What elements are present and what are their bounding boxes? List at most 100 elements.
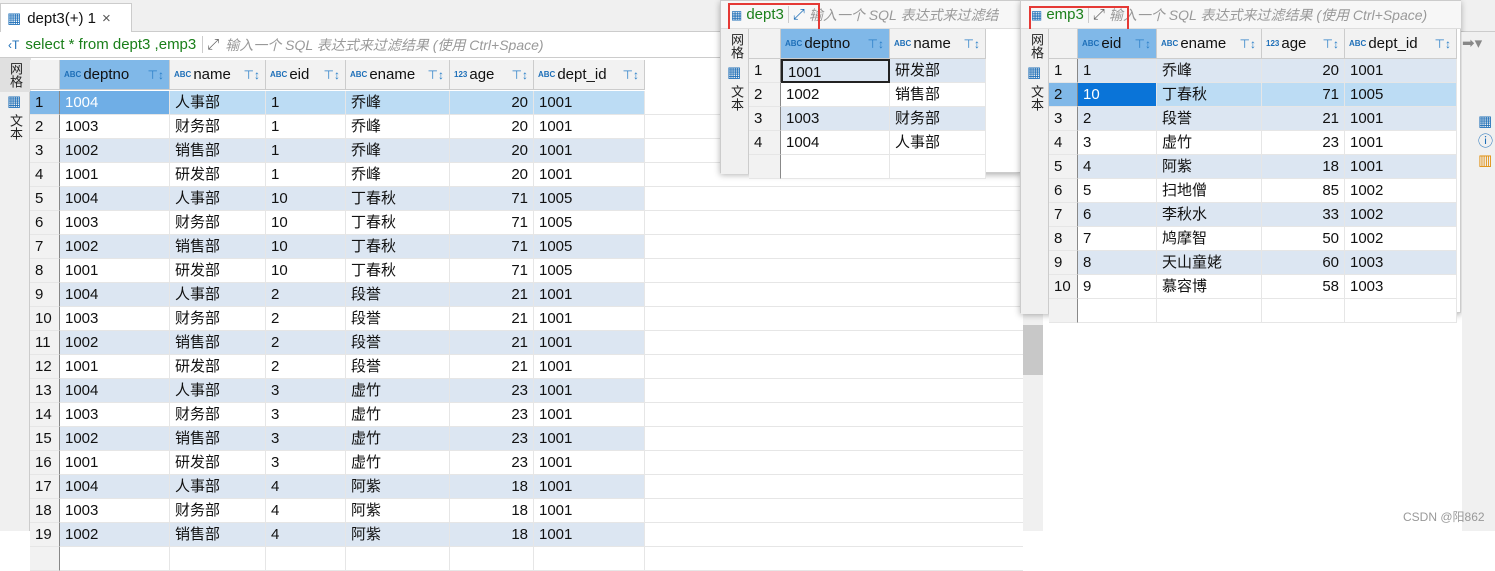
table-cell[interactable]: 销售部 [890, 83, 986, 107]
table-cell[interactable]: 1001 [534, 115, 645, 139]
table-cell[interactable]: 段誉 [1157, 107, 1262, 131]
table-cell[interactable]: 2 [266, 331, 346, 355]
table-cell[interactable]: 10 [266, 211, 346, 235]
table-cell[interactable]: 研发部 [890, 59, 986, 83]
row-number[interactable] [30, 547, 60, 571]
table-cell[interactable]: 1001 [1345, 59, 1457, 83]
grid-view-tab[interactable]: 网格 [0, 58, 31, 92]
table-cell[interactable]: 1002 [60, 235, 170, 259]
table-cell[interactable]: 1004 [60, 475, 170, 499]
row-number[interactable]: 13 [30, 379, 60, 403]
table-cell[interactable]: 1005 [534, 187, 645, 211]
table-cell[interactable]: 人事部 [170, 283, 266, 307]
table-cell[interactable]: 20 [450, 139, 534, 163]
table-cell[interactable]: 1001 [534, 139, 645, 163]
table-cell[interactable]: 1003 [1345, 275, 1457, 299]
table-cell[interactable]: 1005 [534, 259, 645, 283]
table-cell[interactable]: 2 [266, 307, 346, 331]
table-cell[interactable]: 丁春秋 [346, 235, 450, 259]
table-cell[interactable]: 1002 [781, 83, 890, 107]
table-cell[interactable]: 1001 [60, 451, 170, 475]
table-cell[interactable]: 1004 [60, 379, 170, 403]
table-cell[interactable]: 1003 [1345, 251, 1457, 275]
table-cell[interactable]: 1003 [60, 115, 170, 139]
table-cell[interactable]: 1001 [534, 523, 645, 547]
table-cell[interactable]: 1004 [60, 91, 170, 115]
row-number[interactable]: 9 [1049, 251, 1078, 275]
filter-sort-icon[interactable]: ⊤↕ [324, 60, 340, 89]
table-cell[interactable]: 3 [266, 427, 346, 451]
row-number[interactable]: 7 [30, 235, 60, 259]
table-cell[interactable]: 乔峰 [346, 115, 450, 139]
row-number[interactable]: 5 [30, 187, 60, 211]
table-cell[interactable]: 58 [1262, 275, 1345, 299]
table-cell[interactable]: 研发部 [170, 259, 266, 283]
table-cell[interactable]: 1001 [534, 475, 645, 499]
table-cell[interactable]: 人事部 [170, 91, 266, 115]
table-cell[interactable]: 段誉 [346, 355, 450, 379]
row-number[interactable]: 2 [1049, 83, 1078, 107]
arrow-right-icon[interactable]: ➡▾ [1462, 32, 1495, 52]
table-cell[interactable]: 丁春秋 [1157, 83, 1262, 107]
grid-view-tab[interactable]: 网格 [1021, 29, 1052, 63]
row-number[interactable]: 8 [1049, 227, 1078, 251]
row-number[interactable]: 4 [1049, 131, 1078, 155]
table-cell[interactable]: 段誉 [346, 283, 450, 307]
table-cell[interactable]: 阿紫 [346, 523, 450, 547]
row-number[interactable]: 12 [30, 355, 60, 379]
table-cell[interactable]: 财务部 [170, 115, 266, 139]
table-cell[interactable]: 1001 [534, 91, 645, 115]
table-cell[interactable]: 4 [266, 523, 346, 547]
table-cell[interactable]: 扫地僧 [1157, 179, 1262, 203]
table-cell[interactable]: 7 [1078, 227, 1157, 251]
filter-sort-icon[interactable]: ⊤↕ [623, 60, 639, 89]
table-cell[interactable]: 23 [450, 427, 534, 451]
table-cell[interactable]: 虚竹 [346, 451, 450, 475]
table-cell[interactable]: 20 [450, 163, 534, 187]
row-number[interactable]: 10 [1049, 275, 1078, 299]
table-cell[interactable]: 3 [266, 451, 346, 475]
row-number[interactable]: 16 [30, 451, 60, 475]
table-cell[interactable]: 1001 [534, 403, 645, 427]
table-cell[interactable]: 乔峰 [346, 139, 450, 163]
table-cell[interactable]: 2 [266, 283, 346, 307]
close-icon[interactable]: × [102, 10, 111, 27]
table-cell[interactable]: 85 [1262, 179, 1345, 203]
table-cell[interactable]: 销售部 [170, 139, 266, 163]
table-cell[interactable]: 人事部 [170, 475, 266, 499]
table-cell[interactable]: 20 [450, 115, 534, 139]
filter-sort-icon[interactable]: ⊤↕ [148, 60, 164, 89]
column-header-eid[interactable]: ABC eid ⊤↕ [1078, 29, 1157, 59]
table-cell[interactable]: 1003 [60, 403, 170, 427]
table-cell[interactable]: 1001 [534, 451, 645, 475]
table-cell[interactable]: 18 [1262, 155, 1345, 179]
table-cell[interactable]: 1005 [1345, 83, 1457, 107]
table-cell[interactable]: 21 [450, 283, 534, 307]
table-cell[interactable]: 1001 [60, 163, 170, 187]
table-cell[interactable]: 1001 [534, 331, 645, 355]
table-cell[interactable]: 71 [450, 187, 534, 211]
row-number[interactable]: 18 [30, 499, 60, 523]
table-cell[interactable]: 23 [450, 451, 534, 475]
column-header-eid[interactable]: ABC eid ⊤↕ [266, 60, 346, 90]
table-cell[interactable]: 天山童姥 [1157, 251, 1262, 275]
grid-view-tab[interactable]: 网格 [721, 29, 752, 63]
table-cell[interactable]: 1001 [534, 307, 645, 331]
column-header-deptno[interactable]: ABC deptno ⊤↕ [781, 29, 890, 59]
table-cell[interactable]: 人事部 [170, 379, 266, 403]
table-cell[interactable]: 丁春秋 [346, 187, 450, 211]
table-cell[interactable]: 财务部 [170, 403, 266, 427]
table-cell[interactable]: 18 [450, 475, 534, 499]
table-cell[interactable]: 60 [1262, 251, 1345, 275]
row-number[interactable] [1049, 299, 1078, 323]
filter-sort-icon[interactable]: ⊤↕ [868, 29, 884, 58]
table-cell[interactable]: 1001 [534, 355, 645, 379]
column-header-age[interactable]: 123 age ⊤↕ [1262, 29, 1345, 59]
table-cell[interactable]: 丁春秋 [346, 259, 450, 283]
table-cell[interactable]: 23 [450, 379, 534, 403]
table-cell[interactable]: 50 [1262, 227, 1345, 251]
table-cell[interactable]: 阿紫 [346, 499, 450, 523]
row-number[interactable]: 1 [30, 91, 60, 115]
filter-sort-icon[interactable]: ⊤↕ [1240, 29, 1256, 58]
table-cell[interactable]: 研发部 [170, 355, 266, 379]
